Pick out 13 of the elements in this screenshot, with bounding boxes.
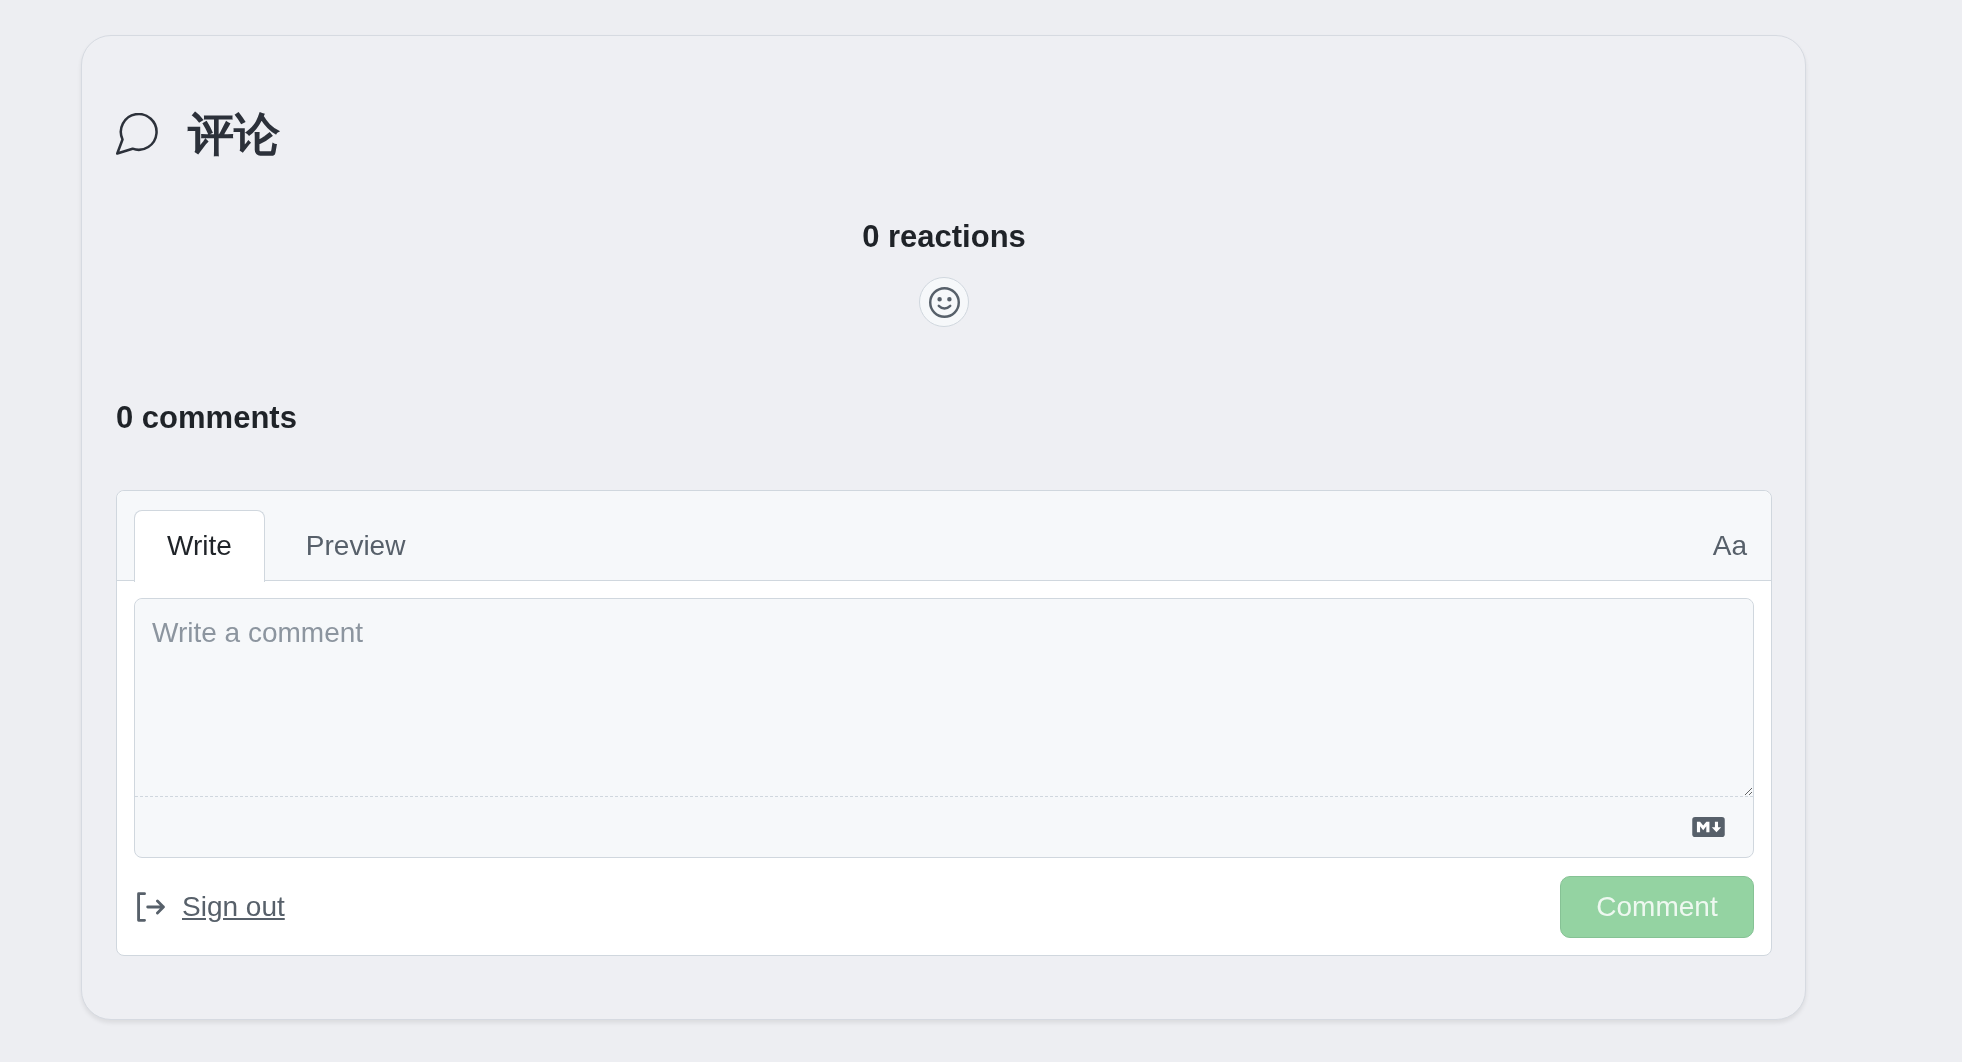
text-format-button[interactable]: Aa — [1710, 532, 1749, 560]
editor-tab[interactable]: Write — [134, 509, 265, 582]
editor-tab[interactable]: Preview — [272, 509, 439, 582]
section-title: 评论 — [188, 107, 280, 162]
add-reaction-button[interactable] — [919, 277, 969, 327]
reactions-count: 0 reactions — [862, 219, 1026, 254]
speech-bubble-icon — [116, 113, 158, 155]
sign-out-link[interactable]: Sign out — [182, 886, 285, 928]
markdown-icon — [1692, 817, 1725, 837]
comment-field[interactable]: Write a comment — [134, 598, 1754, 858]
smiley-icon — [928, 286, 960, 318]
sign-out-icon — [137, 892, 165, 922]
comments-count: 0 comments — [116, 400, 297, 435]
